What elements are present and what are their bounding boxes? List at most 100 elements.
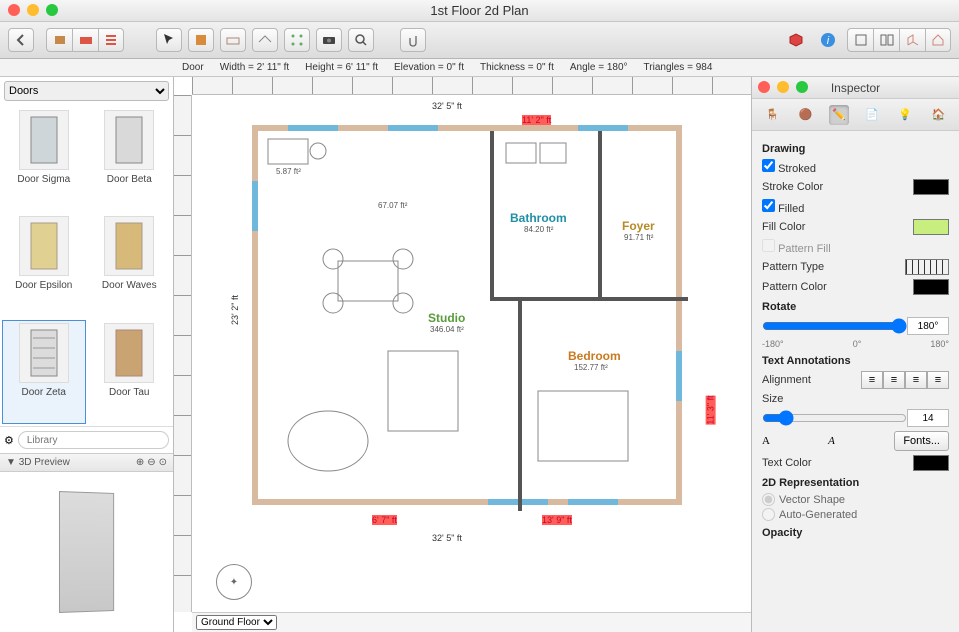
library-item[interactable]: Door Beta: [88, 107, 172, 211]
gear-icon[interactable]: ⚙: [4, 434, 14, 447]
inspector-tab-light[interactable]: 💡: [895, 105, 915, 125]
pattern-color-swatch[interactable]: [913, 279, 949, 295]
horizontal-ruler[interactable]: [192, 77, 751, 95]
view-room-button[interactable]: [72, 28, 98, 52]
floor-plan[interactable]: 5.87 ft² 67.07 ft² Bathroom 84.20 ft² Fo…: [252, 125, 682, 505]
area-label: 91.71 ft²: [624, 233, 653, 242]
library-item[interactable]: Door Zeta: [2, 320, 86, 424]
window-titlebar: 1st Floor 2d Plan: [0, 0, 959, 22]
window-icon: [578, 125, 628, 131]
inspector-panel: Inspector 🪑 🟤 ✏️ 📄 💡 🏠 Drawing Stroked S…: [751, 77, 959, 632]
preview-header[interactable]: ▼ 3D Preview ⊕ ⊖ ⊙: [0, 453, 173, 472]
zoom-window-button[interactable]: [46, 4, 58, 16]
compass-icon: ✦: [216, 564, 252, 600]
camera-tool-button[interactable]: [316, 28, 342, 52]
layout-split-button[interactable]: [873, 28, 899, 52]
pan-tool-button[interactable]: [400, 28, 426, 52]
stroke-color-swatch[interactable]: [913, 179, 949, 195]
window-title: 1st Floor 2d Plan: [430, 3, 528, 18]
window-icon: [676, 351, 682, 401]
stroke-color-label: Stroke Color: [762, 181, 823, 193]
library-grid: Door Sigma Door Beta Door Epsilon Door W…: [0, 105, 173, 426]
align-center-button[interactable]: ≡: [883, 371, 905, 389]
section-2d-title: 2D Representation: [762, 477, 949, 489]
layout-home-button[interactable]: [925, 28, 951, 52]
font-size-input[interactable]: [907, 409, 949, 427]
vertical-ruler[interactable]: [174, 95, 192, 612]
font-style-italic-button[interactable]: A: [828, 435, 852, 447]
autogen-radio: [762, 508, 775, 521]
inspector-tab-2d[interactable]: ✏️: [829, 105, 849, 125]
stroked-checkbox[interactable]: [762, 159, 775, 172]
dimension-tool-button[interactable]: [284, 28, 310, 52]
rotate-value-input[interactable]: [907, 317, 949, 335]
zoom-out-icon[interactable]: ⊖: [147, 457, 155, 468]
font-style-regular-button[interactable]: A: [762, 435, 786, 447]
library-item[interactable]: Door Tau: [88, 320, 172, 424]
library-item[interactable]: Door Epsilon: [2, 213, 86, 317]
dimension-label: 11' 3" ft: [706, 395, 716, 424]
inspector-tab-camera[interactable]: 🏠: [928, 105, 948, 125]
inspector-tab-object[interactable]: 🪑: [763, 105, 783, 125]
zoom-in-icon[interactable]: ⊕: [136, 457, 144, 468]
pattern-type-picker[interactable]: [905, 259, 949, 275]
floor-selector-bar: Ground Floor: [192, 612, 751, 632]
text-color-swatch[interactable]: [913, 455, 949, 471]
window-icon: [252, 181, 258, 231]
zoom-tool-button[interactable]: [348, 28, 374, 52]
rotate-slider[interactable]: [762, 318, 907, 334]
dimension-label: 6' 7" ft: [372, 515, 397, 525]
area-label: 152.77 ft²: [574, 363, 608, 372]
info-button[interactable]: i: [815, 28, 841, 52]
pattern-color-label: Pattern Color: [762, 281, 827, 293]
layout-3d-button[interactable]: [899, 28, 925, 52]
align-right-button[interactable]: ≡: [905, 371, 927, 389]
minimize-window-button[interactable]: [27, 4, 39, 16]
library-search-input[interactable]: [18, 431, 169, 449]
view-list-button[interactable]: [98, 28, 124, 52]
window-icon: [388, 125, 438, 131]
floor-plan-canvas[interactable]: 32' 5" ft 11' 2" ft 23' 2" ft 11' 3" ft …: [192, 95, 751, 612]
window-icon: [288, 125, 338, 131]
inspector-tab-text[interactable]: 📄: [862, 105, 882, 125]
view-furniture-button[interactable]: [46, 28, 72, 52]
layout-group: [847, 28, 951, 52]
close-window-button[interactable]: [8, 4, 20, 16]
zoom-reset-icon[interactable]: ⊙: [159, 457, 167, 468]
floor-tool-button[interactable]: [220, 28, 246, 52]
floor-select[interactable]: Ground Floor: [196, 615, 277, 630]
inspector-tabs: 🪑 🟤 ✏️ 📄 💡 🏠: [752, 99, 959, 131]
vector-shape-radio: [762, 493, 775, 506]
library-item[interactable]: Door Sigma: [2, 107, 86, 211]
status-bar: Door Width = 2' 11" ft Height = 6' 11" f…: [0, 59, 959, 77]
library-item[interactable]: Door Waves: [88, 213, 172, 317]
dimension-label: 32' 5" ft: [432, 533, 462, 543]
area-label: 346.04 ft²: [430, 325, 464, 334]
align-justify-button[interactable]: ≡: [927, 371, 949, 389]
export-button[interactable]: [783, 28, 809, 52]
layout-2d-button[interactable]: [847, 28, 873, 52]
inspector-min-button[interactable]: [777, 81, 789, 93]
select-tool-button[interactable]: [156, 28, 182, 52]
preview-3d-area[interactable]: [0, 472, 173, 632]
status-object: Door: [174, 62, 212, 73]
inspector-tab-materials[interactable]: 🟤: [796, 105, 816, 125]
pattern-fill-checkbox: [762, 239, 775, 252]
roof-tool-button[interactable]: [252, 28, 278, 52]
wall-tool-button[interactable]: [188, 28, 214, 52]
inspector-zoom-button[interactable]: [796, 81, 808, 93]
canvas-area: 32' 5" ft 11' 2" ft 23' 2" ft 11' 3" ft …: [174, 77, 751, 632]
inspector-close-button[interactable]: [758, 81, 770, 93]
font-size-slider[interactable]: [762, 410, 907, 426]
window-icon: [568, 499, 618, 505]
fill-color-swatch[interactable]: [913, 219, 949, 235]
align-left-button[interactable]: ≡: [861, 371, 883, 389]
room-label-studio: Studio: [428, 311, 465, 325]
fonts-button[interactable]: Fonts...: [894, 431, 949, 451]
opacity-title: Opacity: [762, 527, 949, 539]
area-label: 5.87 ft²: [276, 167, 301, 176]
room-label-bedroom: Bedroom: [568, 349, 621, 363]
nav-back-button[interactable]: [8, 28, 34, 52]
library-category-select[interactable]: Doors: [4, 81, 169, 101]
filled-checkbox[interactable]: [762, 199, 775, 212]
